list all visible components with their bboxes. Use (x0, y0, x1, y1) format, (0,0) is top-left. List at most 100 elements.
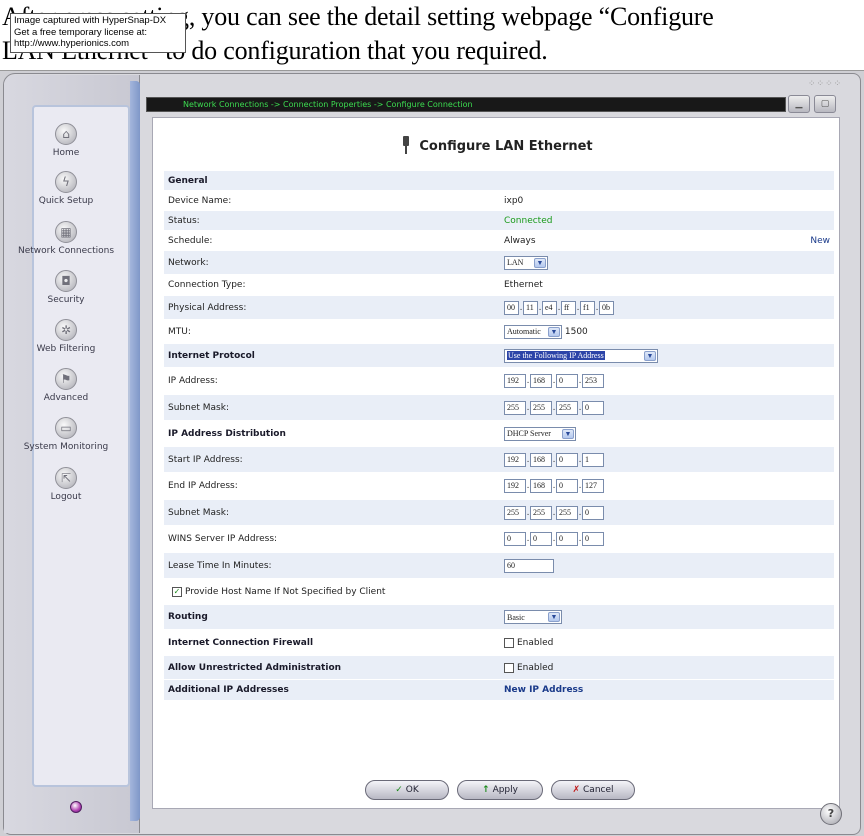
section-firewall: Internet Connection Firewall Enabled (164, 630, 834, 656)
table-row-hostname: ✓ Provide Host Name If Not Specified by C… (164, 579, 834, 605)
table-row-end-ip: End IP Address: 192. 168. 0. 127 (164, 473, 834, 500)
subnet-mask-2-field: 255. 255. 255. 0 (504, 500, 604, 525)
screenshot-frame: ⌂ Home ϟ Quick Setup ▦ Network Connectio… (0, 70, 864, 836)
sidebar-item-logout[interactable]: ⇱ Logout (4, 467, 128, 502)
mac-octet-6[interactable]: 0b (599, 300, 614, 315)
table-row-subnet-mask-2: Subnet Mask: 255. 255. 255. 0 (164, 500, 834, 526)
ip-octet-1[interactable]: 192 (504, 374, 526, 388)
status-value: Connected (504, 215, 553, 226)
sidebar-item-label: Network Connections (17, 246, 115, 256)
table-row-mtu: MTU: Automatic ▼ 1500 (164, 320, 834, 344)
hostname-checkbox-row: ✓ Provide Host Name If Not Specified by C… (172, 579, 385, 604)
field-label: End IP Address: (168, 481, 238, 491)
end-ip-octet-3[interactable]: 0 (556, 479, 578, 493)
mask-octet-3[interactable]: 255 (556, 400, 578, 415)
internet-protocol-value: Use the Following IP Address (507, 351, 605, 360)
ok-button[interactable]: ✓ OK (365, 780, 449, 800)
mac-octet-1[interactable]: 00 (504, 300, 519, 315)
section-label: Additional IP Addresses (168, 685, 289, 695)
sidebar: ⌂ Home ϟ Quick Setup ▦ Network Connectio… (4, 75, 140, 833)
section-admin: Allow Unrestricted Administration Enable… (164, 656, 834, 680)
table-row-network: Network: LAN ▼ (164, 251, 834, 275)
table-row-status: Status: Connected (164, 211, 834, 231)
page-title-text: Configure LAN Ethernet (419, 139, 593, 154)
arrow-up-icon: ↑ (482, 785, 490, 795)
action-buttons: ✓ OK ↑ Apply ✗ Cancel (365, 780, 665, 802)
start-ip-octet-4[interactable]: 1 (582, 452, 604, 467)
mask-octet-2[interactable]: 255 (530, 400, 552, 415)
start-ip-field: 192. 168. 0. 1 (504, 447, 604, 472)
ip-octet-2[interactable]: 168 (530, 374, 552, 388)
monitor-icon: ▭ (55, 417, 77, 439)
network-select-value: LAN (507, 258, 524, 267)
mac-octet-4[interactable]: ff (561, 300, 576, 315)
start-ip-octet-3[interactable]: 0 (556, 452, 578, 467)
schedule-new-link[interactable]: New (810, 231, 830, 250)
firewall-checkbox-label: Enabled (517, 637, 554, 648)
ip-distribution-select[interactable]: DHCP Server ▼ (504, 426, 576, 441)
end-ip-octet-1[interactable]: 192 (504, 479, 526, 493)
sidebar-item-advanced[interactable]: ⚑ Advanced (4, 368, 128, 403)
new-ip-address-link[interactable]: New IP Address (504, 680, 583, 700)
field-label: Physical Address: (168, 302, 247, 313)
resize-grip-icon[interactable]: ⁘⁘⁘⁘ (808, 79, 842, 89)
cancel-button[interactable]: ✗ Cancel (551, 780, 635, 800)
sidebar-item-system-monitoring[interactable]: ▭ System Monitoring (4, 417, 128, 452)
wins-octet-3[interactable]: 0 (556, 532, 578, 546)
ip-octet-3[interactable]: 0 (556, 374, 578, 388)
logout-icon: ⇱ (55, 467, 77, 489)
end-ip-octet-2[interactable]: 168 (530, 479, 552, 493)
admin-checkbox[interactable] (504, 662, 514, 673)
x-icon: ✗ (572, 785, 581, 795)
ip-octet-4[interactable]: 253 (582, 374, 604, 388)
wins-octet-4[interactable]: 0 (582, 532, 604, 546)
field-label: Status: (168, 215, 200, 226)
internet-protocol-select[interactable]: Use the Following IP Address ▼ (504, 348, 658, 363)
mac-octet-3[interactable]: e4 (542, 300, 557, 315)
apply-button[interactable]: ↑ Apply (457, 780, 543, 800)
hostname-checkbox[interactable]: ✓ (172, 586, 182, 597)
end-ip-field: 192. 168. 0. 127 (504, 473, 604, 499)
network-select[interactable]: LAN ▼ (504, 255, 548, 270)
chevron-down-icon: ▼ (534, 257, 546, 268)
help-button[interactable]: ? (820, 803, 842, 825)
wins-octet-1[interactable]: 0 (504, 532, 526, 546)
section-label: Internet Protocol (168, 350, 255, 361)
mtu-value: 1500 (564, 326, 588, 337)
apply-label: Apply (492, 785, 518, 795)
watermark-line-2: Get a free temporary license at: (14, 26, 148, 38)
mask2-octet-4[interactable]: 0 (582, 505, 604, 520)
start-ip-octet-2[interactable]: 168 (530, 452, 552, 467)
mask2-octet-2[interactable]: 255 (530, 505, 552, 520)
sidebar-item-home[interactable]: ⌂ Home (4, 123, 128, 158)
firewall-checkbox[interactable] (504, 637, 514, 648)
sidebar-item-network-connections[interactable]: ▦ Network Connections (4, 221, 128, 256)
field-label: Network: (168, 257, 209, 268)
start-ip-octet-1[interactable]: 192 (504, 452, 526, 467)
mac-octet-2[interactable]: 11 (523, 300, 538, 315)
mask-octet-1[interactable]: 255 (504, 400, 526, 415)
table-row-lease-time: Lease Time In Minutes: 60 (164, 553, 834, 579)
field-label: Subnet Mask: (168, 402, 229, 413)
sidebar-item-quick-setup[interactable]: ϟ Quick Setup (4, 171, 128, 206)
routing-select[interactable]: Basic ▼ (504, 610, 562, 624)
maximize-icon[interactable]: ▢ (814, 95, 836, 113)
sidebar-item-web-filtering[interactable]: ✲ Web Filtering (4, 319, 128, 354)
mask2-octet-1[interactable]: 255 (504, 505, 526, 520)
sidebar-item-label: Advanced (43, 393, 89, 403)
minimize-icon[interactable]: ▁ (788, 95, 810, 113)
field-label: Device Name: (168, 195, 232, 206)
mask2-octet-3[interactable]: 255 (556, 505, 578, 520)
lease-time-input[interactable]: 60 (504, 558, 554, 573)
mac-octet-5[interactable]: f1 (580, 300, 595, 315)
wins-octet-2[interactable]: 0 (530, 532, 552, 546)
chevron-down-icon: ▼ (562, 428, 574, 439)
sidebar-item-security[interactable]: ◘ Security (4, 270, 128, 305)
section-ip-distribution: IP Address Distribution DHCP Server ▼ (164, 421, 834, 447)
end-ip-octet-4[interactable]: 127 (582, 479, 604, 493)
mtu-select[interactable]: Automatic ▼ (504, 324, 562, 339)
section-additional-ip: Additional IP Addresses New IP Address (164, 680, 834, 701)
sidebar-item-label: Quick Setup (38, 196, 94, 206)
hostname-label: Provide Host Name If Not Specified by Cl… (185, 586, 386, 597)
mask-octet-4[interactable]: 0 (582, 400, 604, 415)
